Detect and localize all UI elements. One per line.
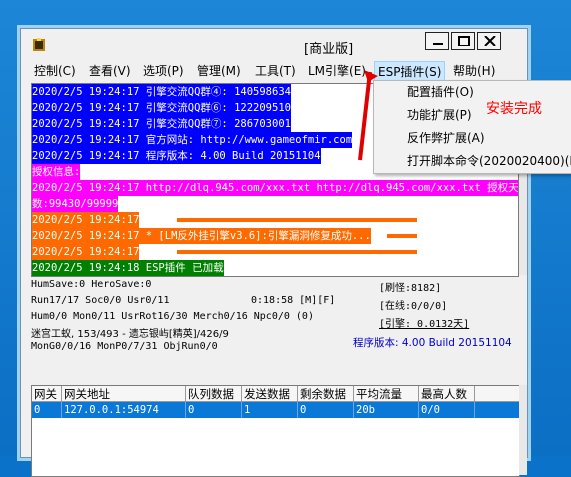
maximize-icon xyxy=(458,36,470,46)
table-scrollbar[interactable] xyxy=(519,385,527,475)
menu-control[interactable]: 控制(C) xyxy=(31,61,79,81)
menu-options[interactable]: 选项(P) xyxy=(140,61,187,81)
maximize-button[interactable] xyxy=(451,32,475,50)
esp-plugin-dropdown: 配置插件(O) 功能扩展(P) 反作弊扩展(A) 打开脚本命令(20200204… xyxy=(373,80,571,174)
program-version: 程序版本: 4.00 Build 20151104 xyxy=(353,337,512,349)
table-cell[interactable]: 0 xyxy=(186,402,242,418)
log-line: 2020/2/5 19:24:17 引擎交流QQ群④: 140598634 xyxy=(32,84,291,100)
status-monsters: MonG0/0/16 MonP0/7/31 ObjRun0/0 xyxy=(31,341,218,352)
log-line: 2020/2/5 19:24:17 引擎交流QQ群⑦: 286703001 xyxy=(32,116,291,132)
table-header[interactable]: 平均流量 xyxy=(354,386,419,402)
gateway-table: 网关 网关地址 队列数据 发送数据 剩余数据 平均流量 最高人数 0 127.0… xyxy=(31,385,520,477)
log-line: 2020/2/5 19:24:18 ESP插件 已加载 xyxy=(32,260,224,276)
table-cell[interactable]: 127.0.0.1:54974 xyxy=(62,402,186,418)
log-line: 2020/2/5 19:24:17 * [LM反外挂引擎v3.6]:引擎漏洞修复… xyxy=(32,228,371,244)
table-cell[interactable]: 20b xyxy=(354,402,419,418)
window-title: [商业版] xyxy=(304,42,354,57)
table-header[interactable]: 网关地址 xyxy=(62,386,186,402)
status-counters: Hum0/0 Mon0/11 UsrRot16/30 Merch0/16 Npc… xyxy=(31,311,314,322)
log-line: 2020/2/5 19:24:17 官方网站: http://www.gameo… xyxy=(32,132,353,148)
log-separator xyxy=(177,250,417,254)
status-uptime: 0:18:58 [M][F] xyxy=(251,295,336,306)
log-line: 2020/2/5 19:24:17 http://dlq.945.com/xxx… xyxy=(32,180,519,196)
close-icon xyxy=(484,36,496,46)
log-line: 2020/2/5 19:24:17 程序版本: 4.00 Build 20151… xyxy=(32,148,321,164)
log-line: 授权信息: xyxy=(32,164,81,180)
table-header[interactable]: 队列数据 xyxy=(186,386,242,402)
menu-help[interactable]: 帮助(H) xyxy=(450,61,498,81)
status-map: 迷宫工蚁, 153/493 - 遗忘银屿[精英]/426/9 xyxy=(31,329,229,340)
table-cell[interactable]: 0/0 xyxy=(419,402,475,418)
close-button[interactable] xyxy=(477,32,501,50)
table-header[interactable]: 网关 xyxy=(32,386,62,402)
table-cell[interactable]: 1 xyxy=(242,402,298,418)
dropdown-item-config-plugin[interactable]: 配置插件(O) xyxy=(407,81,474,103)
log-line: 2020/2/5 19:24:17 引擎交流QQ群⑥: 122209510 xyxy=(32,100,291,116)
minimize-icon xyxy=(433,43,443,45)
menu-esp-plugin[interactable]: ESP插件(S) xyxy=(374,61,446,81)
status-panel: HumSave:0 HeroSave:0 Run17/17 Soc0/0 Usr… xyxy=(31,279,517,383)
table-header-filler xyxy=(475,386,519,402)
minimize-button[interactable] xyxy=(425,32,449,50)
log-separator xyxy=(387,234,417,238)
engine-days: [引擎: 0.0132天] xyxy=(379,319,470,330)
dropdown-item-anti-cheat[interactable]: 反作弊扩展(A) xyxy=(407,127,485,149)
log-separator xyxy=(177,218,417,222)
dropdown-item-script-command[interactable]: 打开脚本命令(2020020400)(L) xyxy=(407,150,571,172)
table-header[interactable]: 发送数据 xyxy=(242,386,298,402)
table-cell[interactable]: 0 xyxy=(32,402,62,418)
table-header[interactable]: 剩余数据 xyxy=(298,386,354,402)
status-run: Run17/17 Soc0/0 Usr0/11 xyxy=(31,295,170,306)
log-line: 2020/2/5 19:24:17 xyxy=(32,244,140,260)
menu-view[interactable]: 查看(V) xyxy=(86,61,134,81)
app-icon xyxy=(33,38,45,51)
menu-tools[interactable]: 工具(T) xyxy=(252,61,299,81)
log-line: 数:99430/99999 xyxy=(32,196,119,212)
refresh-count: [刷怪:8182] xyxy=(379,283,442,294)
menu-bar: 控制(C) 查看(V) 选项(P) 管理(M) 工具(T) LM引擎(E) ES… xyxy=(21,61,527,81)
menu-manage[interactable]: 管理(M) xyxy=(194,61,244,81)
table-header[interactable]: 最高人数 xyxy=(419,386,475,402)
install-complete-annotation: 安装完成 xyxy=(486,101,542,117)
status-save: HumSave:0 HeroSave:0 xyxy=(31,279,152,290)
log-line: 2020/2/5 19:24:17 xyxy=(32,212,140,228)
table-row-filler[interactable] xyxy=(475,402,519,418)
dropdown-item-feature-extension[interactable]: 功能扩展(P) xyxy=(407,104,472,126)
title-bar: [商业版] xyxy=(21,29,527,61)
online-count: [在线:0/0/0] xyxy=(379,301,448,312)
table-cell[interactable]: 0 xyxy=(298,402,354,418)
